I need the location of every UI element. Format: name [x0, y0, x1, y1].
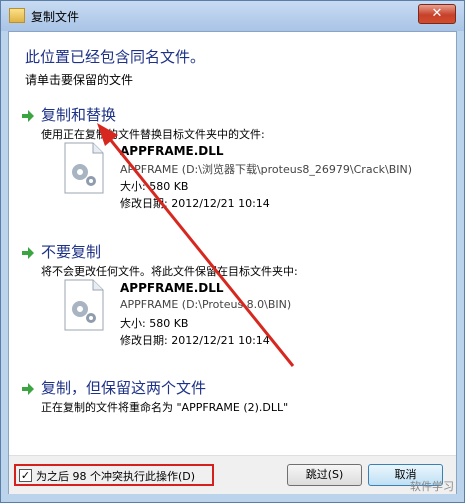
- dll-file-icon: [64, 142, 104, 194]
- file-size: 大小: 580 KB: [120, 180, 189, 193]
- option-do-not-copy[interactable]: 不要复制 将不会更改任何文件。将此文件保留在目标文件夹中: APPFRAME.D…: [21, 241, 447, 351]
- option-title: 复制，但保留这两个文件: [41, 379, 207, 397]
- folder-icon: [9, 8, 25, 23]
- option-copy-keep-both[interactable]: 复制，但保留这两个文件 正在复制的文件将重命名为 "APPFRAME (2).D…: [21, 377, 447, 421]
- close-button[interactable]: ✕: [418, 4, 456, 24]
- dialog-footer: ✓ 为之后 98 个冲突执行此操作(D) 跳过(S) 取消: [9, 455, 456, 494]
- file-path: APPFRAME (D:\浏览器下载\proteus8_26979\Crack\…: [120, 163, 413, 176]
- file-name: APPFRAME.DLL: [120, 144, 224, 158]
- file-name: APPFRAME.DLL: [120, 281, 224, 295]
- dll-file-icon: [64, 279, 104, 331]
- copy-file-dialog: 复制文件 ✕ 此位置已经包含同名文件。 请单击要保留的文件 复制和替换 使用正在…: [0, 0, 465, 503]
- skip-button[interactable]: 跳过(S): [287, 464, 362, 486]
- green-arrow-icon: [22, 247, 34, 259]
- file-date: 修改日期: 2012/12/21 10:14: [120, 334, 270, 347]
- option-title: 复制和替换: [41, 106, 117, 124]
- window-title: 复制文件: [31, 10, 80, 24]
- option-description: 将不会更改任何文件。将此文件保留在目标文件夹中:: [41, 265, 298, 278]
- apply-to-all-label[interactable]: 为之后 98 个冲突执行此操作(D): [36, 468, 195, 484]
- file-path: APPFRAME (D:\Proteus 8.0\BIN): [120, 298, 292, 311]
- green-arrow-icon: [22, 383, 34, 395]
- apply-to-all-checkbox[interactable]: ✓: [19, 469, 32, 482]
- option-description: 正在复制的文件将重命名为 "APPFRAME (2).DLL": [41, 401, 289, 414]
- title-bar[interactable]: 复制文件 ✕: [1, 1, 464, 31]
- dialog-body: 此位置已经包含同名文件。 请单击要保留的文件 复制和替换 使用正在复制的文件替换…: [8, 31, 457, 494]
- option-description: 使用正在复制的文件替换目标文件夹中的文件:: [41, 128, 265, 141]
- file-size: 大小: 580 KB: [120, 317, 189, 330]
- option-copy-and-replace[interactable]: 复制和替换 使用正在复制的文件替换目标文件夹中的文件: APPFRAME.DLL…: [21, 104, 447, 214]
- watermark: 软件学习: [410, 480, 454, 493]
- option-title: 不要复制: [41, 243, 102, 261]
- green-arrow-icon: [22, 110, 34, 122]
- dialog-subheading: 请单击要保留的文件: [25, 73, 134, 87]
- dialog-heading: 此位置已经包含同名文件。: [25, 48, 206, 66]
- file-date: 修改日期: 2012/12/21 10:14: [120, 197, 270, 210]
